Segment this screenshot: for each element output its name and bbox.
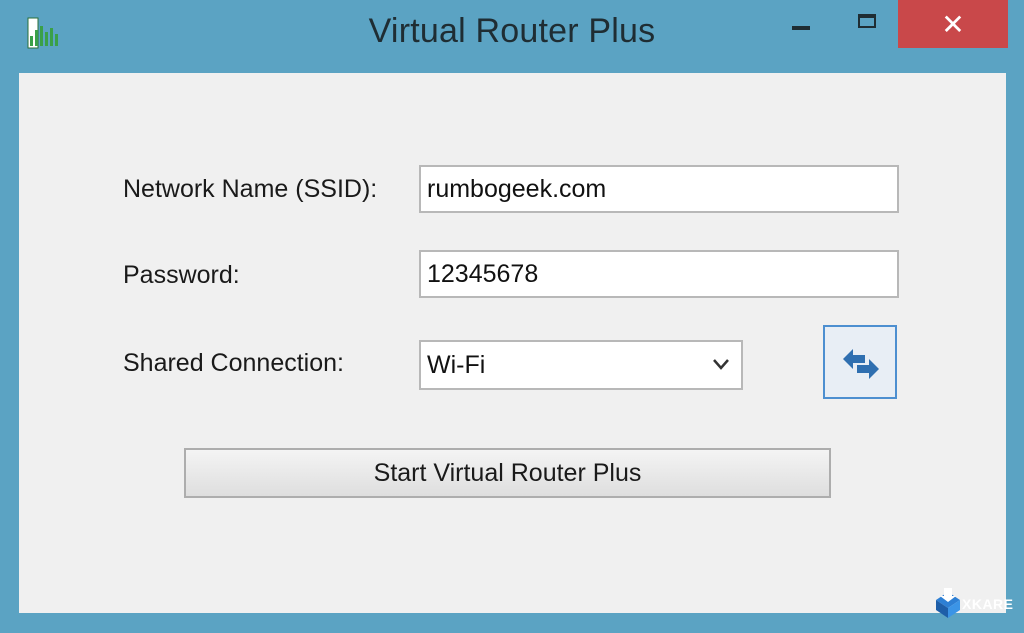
close-button[interactable]: ✕: [898, 0, 1008, 48]
shared-connection-value: Wi-Fi: [427, 350, 486, 379]
shared-connection-select[interactable]: Wi-Fi: [419, 340, 743, 390]
app-window: Virtual Router Plus ✕ Network Name (SSID…: [0, 0, 1024, 633]
download-logo-icon: [936, 588, 960, 618]
xkare-watermark: XKARE: [934, 588, 1020, 622]
start-router-button[interactable]: Start Virtual Router Plus: [184, 448, 831, 498]
password-label: Password:: [123, 261, 240, 289]
maximize-icon: [858, 14, 876, 28]
title-bar[interactable]: Virtual Router Plus ✕: [0, 0, 1024, 72]
maximize-button[interactable]: [842, 0, 892, 48]
password-input[interactable]: [419, 250, 899, 298]
refresh-button[interactable]: [823, 325, 897, 399]
ssid-label: Network Name (SSID):: [123, 175, 378, 203]
chevron-down-icon: [713, 359, 729, 370]
refresh-arrows-icon: [843, 349, 879, 379]
minimize-button[interactable]: [776, 0, 826, 48]
shared-connection-label: Shared Connection:: [123, 349, 344, 377]
ssid-input[interactable]: [419, 165, 899, 213]
close-icon: ✕: [941, 8, 965, 40]
watermark-text: XKARE: [962, 596, 1014, 612]
minimize-icon: [792, 26, 810, 30]
client-area: Network Name (SSID): Password: Shared Co…: [19, 73, 1006, 613]
